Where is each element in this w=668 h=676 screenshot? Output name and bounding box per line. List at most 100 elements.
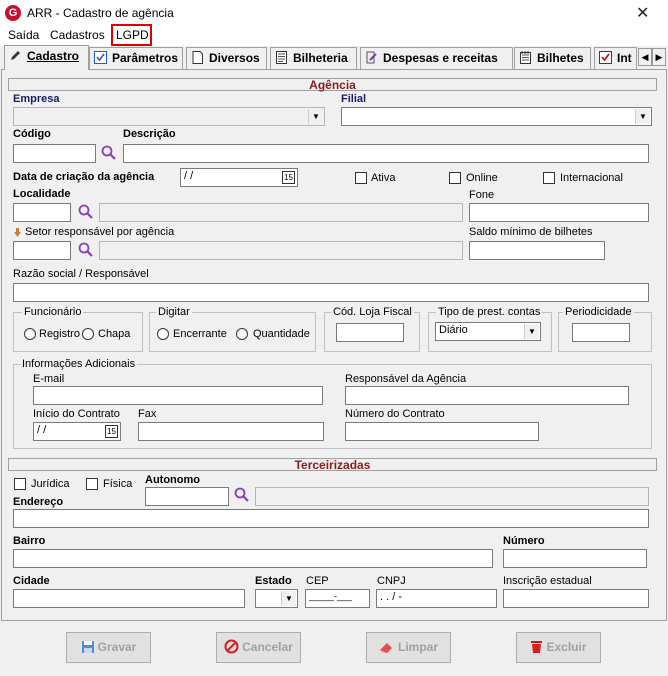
tab-int[interactable]: Int — [594, 47, 637, 69]
tipo-prest-select[interactable]: Diário ▼ — [435, 322, 541, 341]
arrow-down-icon — [14, 228, 21, 237]
limpar-button[interactable]: Limpar — [366, 632, 451, 663]
ativa-label: Ativa — [371, 172, 396, 184]
localidade-code-input[interactable] — [13, 203, 71, 222]
data-criacao-input[interactable]: / / 15 — [180, 168, 298, 187]
tab-diversos-label: Diversos — [209, 51, 260, 65]
chevron-down-icon[interactable]: ▼ — [308, 109, 323, 124]
saldo-input[interactable] — [469, 241, 605, 260]
resp-agencia-label: Responsável da Agência — [345, 373, 467, 385]
excluir-button[interactable]: Excluir — [516, 632, 601, 663]
chevron-down-icon[interactable]: ▼ — [281, 591, 296, 606]
chevron-down-icon[interactable]: ▼ — [524, 324, 539, 339]
tab-bilheteria-label: Bilheteria — [293, 51, 348, 65]
periodicidade-input[interactable] — [572, 323, 630, 342]
search-icon[interactable] — [77, 241, 95, 259]
cancelar-button[interactable]: Cancelar — [216, 632, 301, 663]
numero-contrato-input[interactable] — [345, 422, 539, 441]
quantidade-radio[interactable] — [236, 328, 248, 340]
ie-input[interactable] — [503, 589, 649, 608]
endereco-input[interactable] — [13, 509, 649, 528]
email-input[interactable] — [33, 386, 323, 405]
autonomo-code-input[interactable] — [145, 487, 229, 506]
juridica-checkbox[interactable] — [14, 478, 26, 490]
descricao-input[interactable] — [123, 144, 649, 163]
chapa-radio[interactable] — [82, 328, 94, 340]
cancelar-label: Cancelar — [242, 640, 293, 654]
menu-saida[interactable]: Saída — [8, 28, 39, 42]
codigo-label: Código — [13, 128, 51, 140]
tab-cadastro-label: Cadastro — [27, 49, 80, 63]
tab-diversos[interactable]: Diversos — [186, 47, 267, 69]
empresa-label: Empresa — [13, 93, 60, 105]
online-checkbox[interactable] — [449, 172, 461, 184]
inicio-contrato-input[interactable]: / / 15 — [33, 422, 121, 441]
numero-label: Número — [503, 535, 545, 547]
calendar-icon[interactable]: 15 — [105, 425, 118, 438]
search-icon[interactable] — [233, 486, 251, 504]
fone-label: Fone — [469, 189, 495, 201]
gravar-button[interactable]: Gravar — [66, 632, 151, 663]
tab-bilhetes[interactable]: Bilhetes — [514, 47, 591, 69]
tab-bilheteria[interactable]: Bilheteria — [270, 47, 357, 69]
setor-desc-input — [99, 241, 463, 260]
cep-input[interactable]: _____-___ — [305, 589, 370, 608]
fone-input[interactable] — [469, 203, 649, 222]
close-icon[interactable]: ✕ — [636, 3, 649, 23]
loja-fiscal-input[interactable] — [336, 323, 404, 342]
tab-parametros[interactable]: Parâmetros — [89, 47, 183, 69]
bairro-input[interactable] — [13, 549, 493, 568]
fax-input[interactable] — [138, 422, 324, 441]
cnpj-input[interactable]: . . / - — [376, 589, 497, 608]
tab-cadastro[interactable]: Cadastro — [4, 45, 89, 70]
resp-agencia-input[interactable] — [345, 386, 629, 405]
tab-int-label: Int — [617, 51, 632, 65]
agencia-header: Agência — [8, 78, 657, 91]
endereco-label: Endereço — [13, 496, 64, 508]
tab-scroll-right-icon[interactable]: ▶ — [652, 48, 666, 66]
calendar-icon[interactable]: 15 — [282, 171, 295, 184]
registro-radio[interactable] — [24, 328, 36, 340]
terceirizadas-header: Terceirizadas — [8, 458, 657, 471]
cnpj-value: . . / - — [380, 591, 402, 603]
cidade-input[interactable] — [13, 589, 245, 608]
empresa-select[interactable]: ▼ — [13, 107, 325, 126]
search-icon[interactable] — [77, 203, 95, 221]
menu-cadastros[interactable]: Cadastros — [50, 28, 105, 42]
descricao-label: Descrição — [123, 128, 176, 140]
razao-label: Razão social / Responsável — [13, 268, 149, 280]
setor-code-input[interactable] — [13, 241, 71, 260]
tab-bilhetes-label: Bilhetes — [537, 51, 584, 65]
autonomo-desc-input — [255, 487, 649, 506]
localidade-desc-input — [99, 203, 463, 222]
razao-input[interactable] — [13, 283, 649, 302]
tab-parametros-label: Parâmetros — [112, 51, 179, 65]
internacional-label: Internacional — [560, 172, 623, 184]
fisica-checkbox[interactable] — [86, 478, 98, 490]
tab-despesas-receitas[interactable]: Despesas e receitas — [360, 47, 513, 69]
chevron-down-icon[interactable]: ▼ — [635, 109, 650, 124]
codigo-input[interactable] — [13, 144, 96, 163]
encerrante-radio[interactable] — [157, 328, 169, 340]
filial-select[interactable]: ▼ — [341, 107, 652, 126]
numero-input[interactable] — [503, 549, 647, 568]
internacional-checkbox[interactable] — [543, 172, 555, 184]
tab-despesas-label: Despesas e receitas — [383, 51, 498, 65]
setor-label: Setor responsável por agência — [25, 226, 175, 238]
notepad-icon — [520, 51, 531, 64]
cancel-icon — [224, 639, 239, 654]
ativa-checkbox[interactable] — [355, 172, 367, 184]
estado-select[interactable]: ▼ — [255, 589, 298, 608]
search-icon[interactable] — [100, 144, 118, 162]
tab-scroll-left-icon[interactable]: ◀ — [638, 48, 652, 66]
cidade-label: Cidade — [13, 575, 50, 587]
data-criacao-value: / / — [184, 170, 194, 182]
edit-document-icon — [366, 51, 377, 64]
cep-value: _____-___ — [309, 591, 353, 601]
menu-lgpd-highlight — [111, 24, 152, 46]
email-label: E-mail — [33, 373, 65, 385]
eraser-icon — [379, 643, 392, 653]
filial-label: Filial — [341, 93, 367, 105]
app-logo-icon: G — [5, 5, 21, 21]
online-label: Online — [466, 172, 498, 184]
